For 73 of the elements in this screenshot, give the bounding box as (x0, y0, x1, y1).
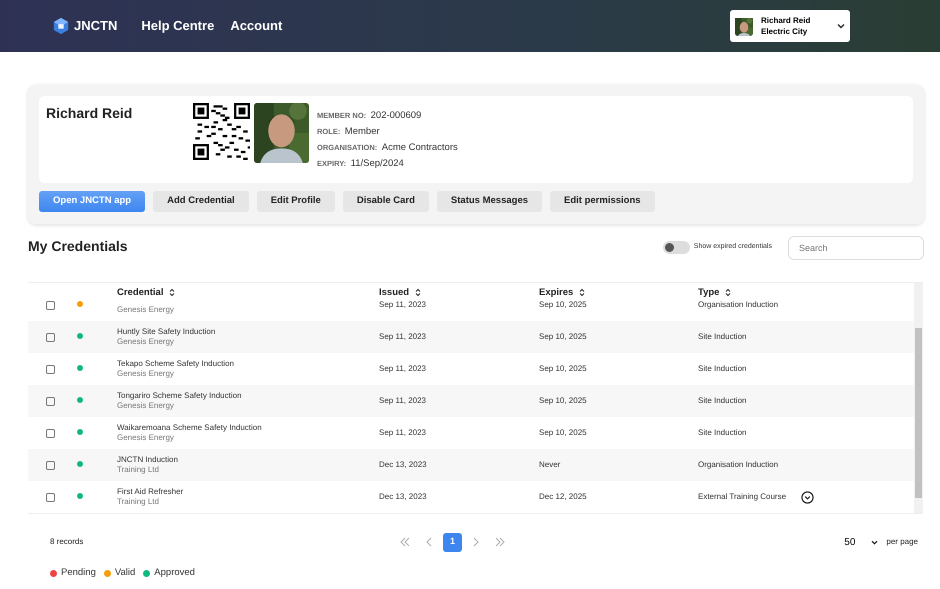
action-button[interactable]: Edit Profile (256, 191, 335, 212)
row-checkbox[interactable] (46, 332, 55, 342)
table-cell: Dec 13, 2023 (379, 460, 427, 469)
credential-org: Genesis Energy (117, 305, 175, 315)
table-cell: Dec 13, 2023 (379, 492, 427, 501)
row-checkbox[interactable] (46, 492, 55, 502)
user-menu[interactable]: Richard Reid Electric City (730, 10, 850, 42)
logo-icon (52, 17, 70, 35)
action-button[interactable]: Status Messages (436, 191, 542, 212)
section-title: My Credentials (28, 237, 129, 256)
search-field[interactable]: Search (788, 236, 924, 260)
row-checkbox[interactable] (46, 300, 55, 310)
table-cell: Sep 11, 2023 (379, 428, 426, 437)
table-cell-text: Site Induction (698, 395, 748, 407)
caret-icon (871, 540, 878, 544)
table-cell: Sep 11, 2023 (379, 396, 426, 405)
legend-label: Valid (114, 566, 136, 580)
table-cell-text: Site Induction (698, 363, 748, 375)
row-checkbox[interactable] (46, 364, 55, 374)
column-header[interactable]: Expires (539, 286, 586, 300)
legend-label: Approved (154, 566, 195, 580)
sort-icon (725, 288, 732, 298)
profile-name: Richard Reid (46, 104, 134, 123)
credential-name: Tekapo Scheme Safety Induction (117, 359, 235, 369)
credential-org: Genesis Energy (117, 433, 175, 443)
sort-icon (169, 288, 176, 298)
row-checkbox[interactable] (46, 428, 55, 438)
credential-name: First Aid Refresher (117, 487, 184, 497)
table-cell: Sep 11, 2023 (379, 364, 426, 373)
credential-org: Genesis Energy (117, 401, 175, 411)
table-cell-text: Organisation Induction (698, 300, 780, 311)
table-cell: Sep 10, 2025 (539, 428, 587, 437)
row-checkbox[interactable] (46, 396, 55, 406)
action-button[interactable]: Edit permissions (550, 191, 655, 212)
credential-name: Tongariro Scheme Safety Induction (117, 391, 243, 401)
credential-name: Huntly Site Safety Induction (117, 327, 216, 337)
table-cell: Never (539, 460, 560, 469)
table-cell: Sep 10, 2025 (539, 364, 587, 373)
per-page-label: per page (886, 536, 918, 548)
scrollbar[interactable] (914, 283, 923, 513)
column-header[interactable]: Issued (379, 286, 422, 300)
nav-link[interactable]: Help Centre (141, 16, 214, 36)
credential-org: Training Ltd (117, 497, 160, 507)
credential-org: Training Ltd (117, 465, 160, 475)
nav-link[interactable]: Account (230, 16, 282, 36)
table-cell-text: External Training Course (698, 491, 788, 503)
record-count: 8 records (50, 536, 84, 548)
action-button[interactable]: Disable Card (342, 191, 429, 212)
table-cell: Sep 11, 2023 (379, 332, 426, 341)
table-cell: Sep 11, 2023 (379, 300, 426, 309)
table-cell-text: Site Induction (698, 331, 748, 343)
logo-text[interactable]: JNCTN (74, 16, 118, 36)
credential-org: Genesis Energy (117, 337, 175, 347)
row-checkbox[interactable] (46, 460, 55, 470)
legend-label: Pending (61, 566, 96, 580)
column-header[interactable]: Type (698, 286, 732, 300)
sort-icon (415, 288, 422, 298)
caret-icon (837, 23, 845, 29)
table-cell: Sep 10, 2025 (539, 332, 587, 341)
column-header[interactable]: Credential (117, 286, 176, 300)
table-cell: Sep 10, 2025 (539, 396, 587, 405)
expand-icon[interactable] (801, 490, 814, 504)
toggle-switch[interactable] (662, 241, 690, 254)
table-cell-text: Organisation Induction (698, 459, 780, 471)
action-button[interactable]: Add Credential (153, 191, 249, 212)
page-button[interactable]: 1 (443, 532, 462, 552)
table-cell-text: Site Induction (698, 427, 748, 439)
table-cell: Dec 12, 2025 (539, 492, 587, 501)
sort-icon (579, 288, 586, 298)
table-cell: Sep 10, 2025 (539, 300, 587, 309)
credential-name: JNCTN Induction (117, 455, 179, 465)
credential-name: Waikaremoana Scheme Safety Induction (117, 423, 263, 433)
credential-org: Genesis Energy (117, 369, 175, 379)
